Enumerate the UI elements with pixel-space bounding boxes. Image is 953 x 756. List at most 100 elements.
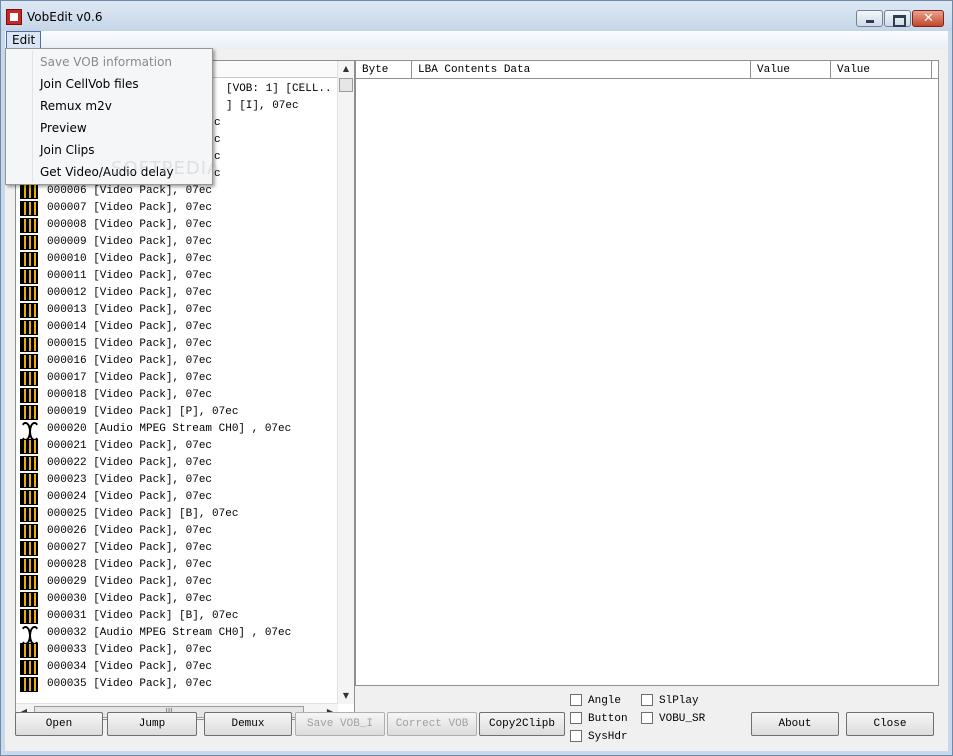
open-button[interactable]: Open — [15, 712, 103, 736]
list-item-text: 000033 [Video Pack], 07ec — [47, 644, 213, 656]
list-item[interactable]: 000033 [Video Pack], 07ec — [20, 642, 340, 659]
list-item-text: 000007 [Video Pack], 07ec — [47, 202, 213, 214]
list-item-text: c — [214, 117, 221, 129]
list-item[interactable]: 000030 [Video Pack], 07ec — [20, 591, 340, 608]
menu-item-join-clips[interactable]: Join Clips — [40, 140, 95, 160]
scroll-down-arrow-icon[interactable]: ▼ — [338, 688, 354, 704]
list-item[interactable]: 000028 [Video Pack], 07ec — [20, 557, 340, 574]
video-icon — [20, 541, 38, 556]
list-item[interactable]: 000025 [Video Pack] [B], 07ec — [20, 506, 340, 523]
menu-bar: Edit — [5, 31, 948, 49]
list-item[interactable]: 000022 [Video Pack], 07ec — [20, 455, 340, 472]
list-item[interactable]: 000034 [Video Pack], 07ec — [20, 659, 340, 676]
list-item-text: 000028 [Video Pack], 07ec — [47, 559, 213, 571]
list-item[interactable]: 000026 [Video Pack], 07ec — [20, 523, 340, 540]
correct-vob-button[interactable]: Correct VOB — [387, 712, 477, 736]
list-item[interactable]: 000008 [Video Pack], 07ec — [20, 217, 340, 234]
menu-item-preview[interactable]: Preview — [40, 118, 87, 138]
vobu-sr-checkbox-box[interactable] — [641, 712, 653, 724]
vobu-sr-label: VOBU_SR — [659, 713, 706, 725]
syshdr-checkbox-box[interactable] — [570, 730, 582, 742]
video-icon — [20, 388, 38, 403]
video-icon — [20, 337, 38, 352]
maximize-button[interactable] — [884, 10, 911, 27]
video-icon — [20, 592, 38, 607]
list-item-text: 000015 [Video Pack], 07ec — [47, 338, 213, 350]
title-bar[interactable]: VobEdit v0.6 ✕ — [1, 1, 952, 31]
video-icon — [20, 473, 38, 488]
list-item-text: 000020 [Audio MPEG Stream CH0] , 07ec — [47, 423, 292, 435]
list-item-text: 000022 [Video Pack], 07ec — [47, 457, 213, 469]
video-icon — [20, 252, 38, 267]
window-title: VobEdit v0.6 — [27, 10, 103, 24]
list-item[interactable]: 000011 [Video Pack], 07ec — [20, 268, 340, 285]
list-item-text: 000031 [Video Pack] [B], 07ec — [47, 610, 239, 622]
list-item[interactable]: 000018 [Video Pack], 07ec — [20, 387, 340, 404]
col-lba-contents[interactable]: LBA Contents Data — [412, 61, 751, 79]
list-item[interactable]: 000031 [Video Pack] [B], 07ec — [20, 608, 340, 625]
vobu-sr-checkbox[interactable]: VOBU_SR — [641, 712, 709, 726]
list-item[interactable]: 000017 [Video Pack], 07ec — [20, 370, 340, 387]
list-item-text: 000010 [Video Pack], 07ec — [47, 253, 213, 265]
save-vob-button[interactable]: Save VOB_I — [295, 712, 385, 736]
list-item[interactable]: 000007 [Video Pack], 07ec — [20, 200, 340, 217]
list-item[interactable]: 000023 [Video Pack], 07ec — [20, 472, 340, 489]
angle-checkbox[interactable]: Angle — [570, 694, 630, 708]
list-item[interactable]: 000020 [Audio MPEG Stream CH0] , 07ec — [20, 421, 340, 441]
video-icon — [20, 354, 38, 369]
menu-edit[interactable]: Edit — [6, 31, 42, 49]
list-item-text: 000035 [Video Pack], 07ec — [47, 678, 213, 690]
list-item[interactable]: 000027 [Video Pack], 07ec — [20, 540, 340, 557]
col-value-2[interactable]: Value — [831, 61, 932, 79]
list-item[interactable]: 000010 [Video Pack], 07ec — [20, 251, 340, 268]
pack-list-vscrollbar[interactable]: ▲ ▼ — [337, 61, 354, 704]
video-icon — [20, 201, 38, 216]
col-byte[interactable]: Byte — [356, 61, 412, 79]
list-item[interactable]: 000015 [Video Pack], 07ec — [20, 336, 340, 353]
button-checkbox-box[interactable] — [570, 712, 582, 724]
main-window: VobEdit v0.6 ✕ Edit [VOB: 1] [CELL..] [I… — [0, 0, 953, 756]
list-item[interactable]: 000012 [Video Pack], 07ec — [20, 285, 340, 302]
video-icon — [20, 456, 38, 471]
video-icon — [20, 575, 38, 590]
about-button[interactable]: About — [751, 712, 839, 736]
list-item[interactable]: 000009 [Video Pack], 07ec — [20, 234, 340, 251]
list-item[interactable]: 000021 [Video Pack], 07ec — [20, 438, 340, 455]
list-item[interactable]: 000029 [Video Pack], 07ec — [20, 574, 340, 591]
list-item[interactable]: 000014 [Video Pack], 07ec — [20, 319, 340, 336]
list-item-text: 000014 [Video Pack], 07ec — [47, 321, 213, 333]
list-item[interactable]: 000016 [Video Pack], 07ec — [20, 353, 340, 370]
list-item-text: 000019 [Video Pack] [P], 07ec — [47, 406, 239, 418]
list-item[interactable]: 000035 [Video Pack], 07ec — [20, 676, 340, 693]
close-icon: ✕ — [923, 11, 934, 26]
video-icon — [20, 218, 38, 233]
copy-to-clipboard-button[interactable]: Copy2Clipb — [479, 712, 565, 736]
video-icon — [20, 405, 38, 420]
slplay-checkbox[interactable]: SlPlay — [641, 694, 709, 708]
vscroll-thumb[interactable] — [339, 78, 353, 92]
list-item[interactable]: 000024 [Video Pack], 07ec — [20, 489, 340, 506]
list-item[interactable]: 000032 [Audio MPEG Stream CH0] , 07ec — [20, 625, 340, 645]
close-window-button[interactable]: ✕ — [912, 10, 944, 27]
angle-checkbox-box[interactable] — [570, 694, 582, 706]
menu-item-join-cellvob-files[interactable]: Join CellVob files — [40, 74, 139, 94]
slplay-checkbox-box[interactable] — [641, 694, 653, 706]
col-value-1[interactable]: Value — [751, 61, 831, 79]
lba-data-table[interactable]: Byte LBA Contents Data Value Value — [355, 60, 939, 686]
minimize-button[interactable] — [856, 10, 883, 27]
syshdr-checkbox[interactable]: SysHdr — [570, 730, 638, 744]
angle-label: Angle — [588, 695, 622, 707]
list-item[interactable]: 000006 [Video Pack], 07ec — [20, 183, 340, 200]
jump-button[interactable]: Jump — [107, 712, 197, 736]
menu-item-save-vob-information[interactable]: Save VOB information — [40, 52, 172, 72]
demux-button[interactable]: Demux — [204, 712, 292, 736]
video-icon — [20, 507, 38, 522]
video-icon — [20, 677, 38, 692]
slplay-label: SlPlay — [659, 695, 699, 707]
list-item[interactable]: 000013 [Video Pack], 07ec — [20, 302, 340, 319]
close-button[interactable]: Close — [846, 712, 934, 736]
menu-item-remux-m2v[interactable]: Remux m2v — [40, 96, 112, 116]
button-checkbox[interactable]: Button — [570, 712, 638, 726]
list-item[interactable]: 000019 [Video Pack] [P], 07ec — [20, 404, 340, 421]
scroll-up-arrow-icon[interactable]: ▲ — [338, 61, 354, 77]
